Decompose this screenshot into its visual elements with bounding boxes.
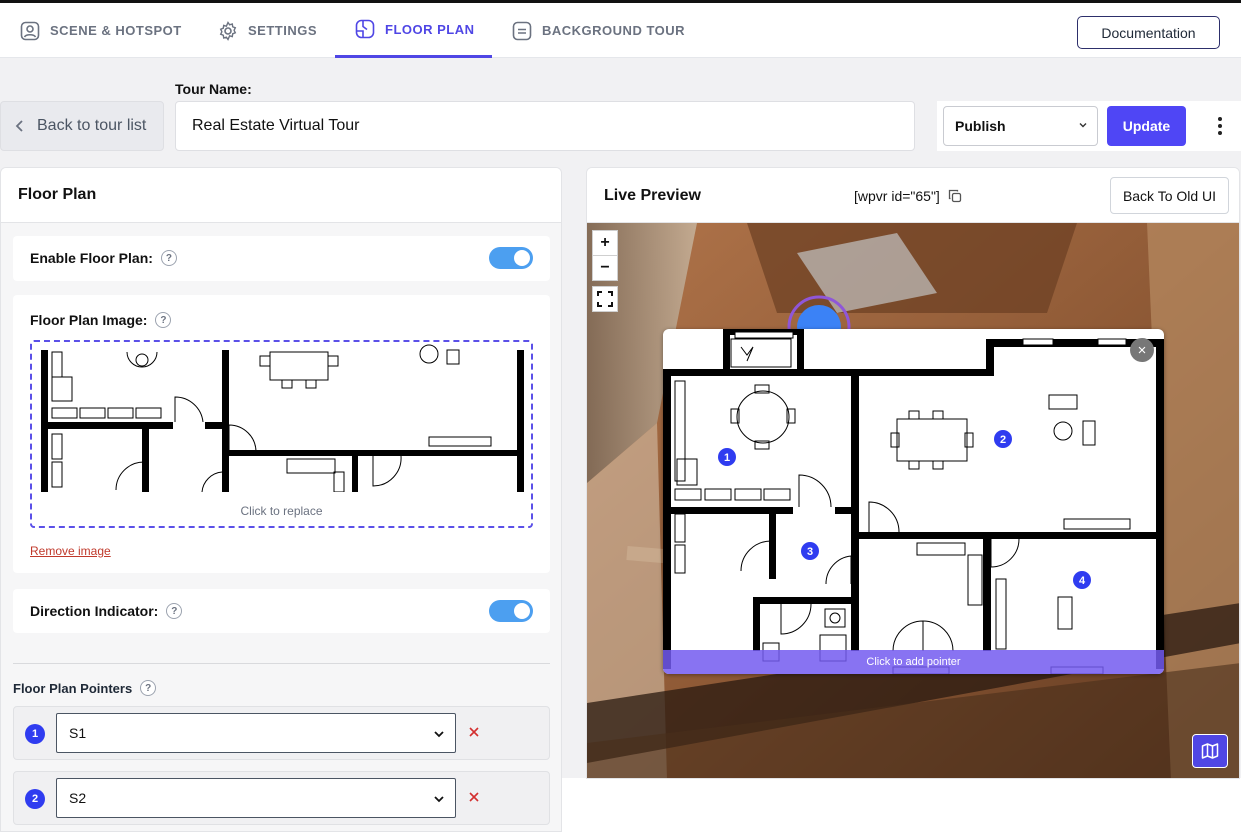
- shortcode: [wpvr id="65"]: [854, 188, 962, 204]
- back-to-old-ui-button[interactable]: Back To Old UI: [1110, 177, 1229, 214]
- fullscreen-button[interactable]: [592, 286, 618, 312]
- pointer-row: 2 S2: [13, 771, 550, 825]
- divider: [13, 663, 550, 664]
- help-icon[interactable]: ?: [140, 680, 157, 696]
- zoom-out-button[interactable]: −: [592, 255, 618, 281]
- close-floor-plan-button[interactable]: ×: [1130, 338, 1154, 362]
- enable-floor-plan-toggle[interactable]: [489, 247, 533, 269]
- back-to-tour-list-button[interactable]: Back to tour list: [0, 101, 164, 151]
- fullscreen-icon: [597, 291, 613, 307]
- floor-plan-toggle-button[interactable]: [1192, 734, 1228, 768]
- tab-label: SETTINGS: [248, 23, 318, 38]
- delete-pointer-icon[interactable]: [467, 790, 481, 804]
- tab-background-tour[interactable]: BACKGROUND TOUR: [512, 3, 685, 58]
- page-background: [562, 778, 1241, 832]
- gear-icon: [219, 20, 237, 41]
- floor-plan-popup[interactable]: 1 2 3 4 × Click to add pointer: [663, 329, 1164, 674]
- tour-name-input[interactable]: [175, 101, 915, 151]
- help-icon[interactable]: ?: [166, 603, 183, 619]
- floor-plan-icon: [355, 19, 375, 39]
- floor-plan-marker: 2: [1000, 434, 1006, 446]
- click-to-add-pointer-bar[interactable]: Click to add pointer: [663, 650, 1164, 674]
- zoom-in-button[interactable]: +: [592, 230, 618, 256]
- direction-indicator-toggle[interactable]: [489, 600, 533, 622]
- back-label: Back to tour list: [37, 117, 147, 134]
- direction-indicator-label: Direction Indicator: ?: [30, 603, 183, 619]
- status-value: Publish: [955, 118, 1006, 134]
- enable-floor-plan-label: Enable Floor Plan: ?: [30, 250, 177, 266]
- chevron-down-icon: [434, 796, 444, 803]
- floor-plan-marker: 4: [1079, 575, 1086, 587]
- documentation-button[interactable]: Documentation: [1077, 16, 1220, 49]
- tab-floor-plan[interactable]: FLOOR PLAN: [335, 3, 492, 58]
- map-icon: [1201, 743, 1219, 759]
- floor-plan-map: 1 2 3 4: [663, 329, 1164, 674]
- floor-plan-thumbnail: [41, 344, 524, 493]
- update-button[interactable]: Update: [1107, 106, 1186, 146]
- live-preview-header: Live Preview [wpvr id="65"] Back To Old …: [587, 168, 1239, 223]
- click-to-replace-text: Click to replace: [240, 504, 323, 518]
- top-navigation: SCENE & HOTSPOT SETTINGS FLOOR PLAN BACK…: [0, 0, 1241, 58]
- floor-plan-marker: 1: [724, 452, 730, 464]
- copy-icon[interactable]: [948, 189, 962, 203]
- chevron-down-icon: [434, 731, 444, 738]
- tab-label: FLOOR PLAN: [385, 21, 475, 37]
- floor-plan-image-dropzone[interactable]: Click to replace: [30, 340, 533, 528]
- publish-controls: Publish Update: [937, 101, 1241, 151]
- panel-title: Floor Plan: [1, 168, 561, 223]
- direction-indicator-card: Direction Indicator: ?: [13, 589, 550, 633]
- delete-pointer-icon[interactable]: [467, 725, 481, 739]
- enable-floor-plan-card: Enable Floor Plan: ?: [13, 236, 550, 281]
- live-preview-title: Live Preview: [604, 187, 701, 204]
- tab-settings[interactable]: SETTINGS: [218, 3, 317, 58]
- more-options-icon[interactable]: [1215, 115, 1225, 137]
- floor-plan-panel: Floor Plan Enable Floor Plan: ? Floor Pl…: [0, 167, 562, 832]
- floor-plan-image-label: Floor Plan Image: ?: [30, 312, 172, 328]
- panorama-viewer[interactable]: + − 1 2 3 4 × Click to add pointer: [587, 223, 1239, 778]
- floor-plan-pointers-label: Floor Plan Pointers ?: [13, 680, 157, 696]
- pointer-number-badge: 1: [25, 724, 45, 744]
- chevron-down-icon: [1079, 123, 1087, 128]
- tour-name-label: Tour Name:: [175, 81, 252, 97]
- floor-plan-marker: 3: [807, 546, 813, 558]
- floor-plan-image-card: Floor Plan Image: ? Click to replace Rem…: [13, 295, 550, 573]
- pointer-scene-select[interactable]: S2: [56, 778, 456, 818]
- pointer-row: 1 S1: [13, 706, 550, 760]
- help-icon[interactable]: ?: [155, 312, 172, 328]
- tab-label: SCENE & HOTSPOT: [50, 23, 182, 38]
- pointer-scene-select[interactable]: S1: [56, 713, 456, 753]
- chevron-left-icon: [15, 120, 23, 132]
- remove-image-link[interactable]: Remove image: [30, 544, 111, 558]
- live-preview-panel: Live Preview [wpvr id="65"] Back To Old …: [586, 167, 1240, 779]
- scene-hotspot-icon: [20, 21, 40, 40]
- tab-scene-hotspot[interactable]: SCENE & HOTSPOT: [20, 3, 182, 58]
- pointer-number-badge: 2: [25, 789, 45, 809]
- status-select[interactable]: Publish: [943, 106, 1098, 146]
- tab-label: BACKGROUND TOUR: [542, 23, 686, 38]
- background-tour-icon: [512, 21, 532, 40]
- help-icon[interactable]: ?: [160, 250, 177, 266]
